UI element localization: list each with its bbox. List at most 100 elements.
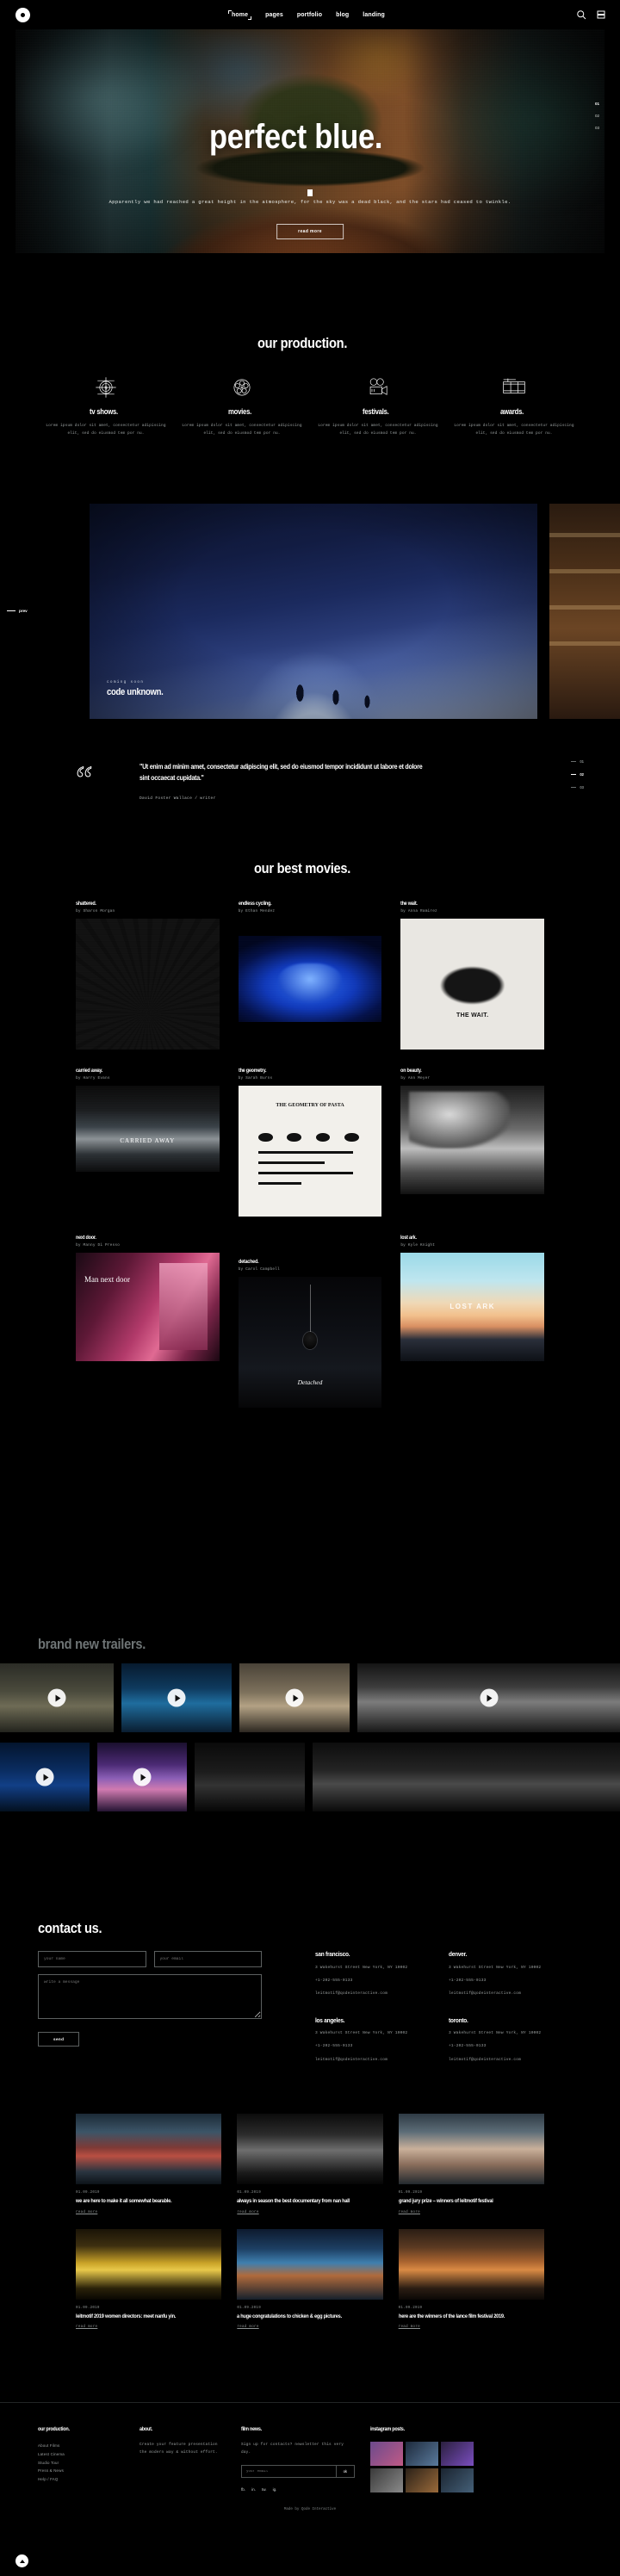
- news-image[interactable]: [399, 2229, 544, 2300]
- trailer-thumb[interactable]: [0, 1663, 114, 1732]
- send-button[interactable]: send: [38, 2032, 79, 2047]
- news-image[interactable]: [237, 2229, 382, 2300]
- news-read-more[interactable]: read more: [399, 2211, 544, 2214]
- trailer-thumb[interactable]: [97, 1743, 187, 1811]
- message-textarea[interactable]: [38, 1974, 262, 2019]
- office-phone[interactable]: +1-202-555-0133: [449, 1978, 582, 1985]
- movie-card-shattered[interactable]: shattered. by Sharon Morgan: [76, 901, 220, 1050]
- movie-card-lost-ark[interactable]: lost ark. by Kyle Knight LOST ARK: [400, 1235, 544, 1408]
- news-card[interactable]: 01.09.2019 grand jury prize – winners of…: [399, 2114, 544, 2214]
- social-twitter[interactable]: tw.: [262, 2487, 267, 2492]
- movie-poster[interactable]: LOST ARK: [400, 1253, 544, 1361]
- search-icon[interactable]: [576, 9, 586, 20]
- movie-poster[interactable]: [239, 936, 382, 1022]
- hero-dot-3[interactable]: 03: [595, 126, 599, 130]
- office-phone[interactable]: +1-202-555-0133: [315, 2043, 449, 2050]
- name-input[interactable]: [38, 1951, 146, 1967]
- production-item-awards[interactable]: awards. Lorem ipsum dolor sit amet, cons…: [446, 375, 582, 438]
- movie-poster[interactable]: THE WAIT.: [400, 919, 544, 1050]
- play-icon[interactable]: [133, 1768, 152, 1786]
- nav-link-pages[interactable]: pages: [265, 12, 283, 18]
- movie-poster[interactable]: CARRIED AWAY: [76, 1086, 220, 1172]
- news-card[interactable]: 01.09.2019 here are the winners of the l…: [399, 2229, 544, 2330]
- instagram-tile[interactable]: [441, 2442, 474, 2466]
- play-icon[interactable]: [480, 1689, 498, 1707]
- news-read-more[interactable]: read more: [237, 2211, 382, 2214]
- news-image[interactable]: [237, 2114, 382, 2184]
- movie-card-on-beauty[interactable]: on beauty. by Ann Meyer: [400, 1068, 544, 1217]
- trailer-thumb[interactable]: [313, 1743, 620, 1811]
- trailer-thumb[interactable]: [0, 1743, 90, 1811]
- office-email[interactable]: leitmotif@qodeinteractive.com: [315, 2057, 449, 2064]
- office-email[interactable]: leitmotif@qodeinteractive.com: [449, 2057, 582, 2064]
- news-card[interactable]: 01.09.2019 leitmotif 2019 women director…: [76, 2229, 221, 2330]
- quote-page-2[interactable]: 02: [571, 772, 584, 777]
- hero-read-more-button[interactable]: read more: [276, 224, 344, 239]
- movie-card-detached[interactable]: detached. by Carol Campbell Detached: [239, 1235, 382, 1408]
- office-email[interactable]: leitmotif@qodeinteractive.com: [449, 1991, 582, 1997]
- quote-page-3[interactable]: 03: [571, 785, 584, 790]
- play-icon[interactable]: [168, 1689, 186, 1707]
- office-email[interactable]: leitmotif@qodeinteractive.com: [315, 1991, 449, 1997]
- back-to-top-icon[interactable]: [16, 2554, 28, 2567]
- instagram-tile[interactable]: [406, 2468, 438, 2492]
- circle-logo-icon[interactable]: [16, 8, 30, 22]
- footer-link[interactable]: Press & News: [38, 2467, 124, 2475]
- production-item-tv-shows[interactable]: 9 tv shows. Lorem ipsum dolor sit amet, …: [38, 375, 174, 438]
- news-image[interactable]: [76, 2114, 221, 2184]
- movie-poster[interactable]: THE GEOMETRY OF PASTA: [239, 1086, 382, 1217]
- social-instagram[interactable]: ig.: [273, 2487, 277, 2492]
- nav-link-portfolio[interactable]: portfolio: [297, 12, 322, 18]
- news-image[interactable]: [76, 2229, 221, 2300]
- play-icon[interactable]: [48, 1689, 66, 1707]
- movie-card-the-geometry[interactable]: the geometry. by Sarah Burns THE GEOMETR…: [239, 1068, 382, 1217]
- nav-link-home[interactable]: home: [228, 12, 251, 18]
- production-item-festivals[interactable]: festivals. Lorem ipsum dolor sit amet, c…: [310, 375, 446, 438]
- quote-page-1[interactable]: 01: [571, 759, 584, 764]
- social-linkedin[interactable]: in.: [251, 2487, 256, 2492]
- movie-card-next-door[interactable]: next door. by Manny Di Presso Man next d…: [76, 1235, 220, 1408]
- footer-link[interactable]: Help / FAQ: [38, 2475, 124, 2484]
- instagram-tile[interactable]: [370, 2468, 403, 2492]
- movie-card-carried-away[interactable]: carried away. by Harry Evans CARRIED AWA…: [76, 1068, 220, 1217]
- movie-card-endless-cycling[interactable]: endless cycling. by Ethan Mendez: [239, 901, 382, 1050]
- trailer-thumb[interactable]: [195, 1743, 305, 1811]
- trailer-thumb[interactable]: [239, 1663, 350, 1732]
- slider-next-image[interactable]: [549, 504, 620, 719]
- footer-link[interactable]: Latest Cinema: [38, 2450, 124, 2459]
- movie-poster[interactable]: Man next door: [76, 1253, 220, 1361]
- movie-poster[interactable]: Detached: [239, 1277, 382, 1408]
- movie-poster[interactable]: [400, 1086, 544, 1194]
- news-read-more[interactable]: read more: [399, 2325, 544, 2329]
- social-facebook[interactable]: fb.: [241, 2487, 245, 2492]
- production-item-movies[interactable]: movies. Lorem ipsum dolor sit amet, cons…: [174, 375, 310, 438]
- footer-link[interactable]: About Films: [38, 2442, 124, 2450]
- nav-link-blog[interactable]: blog: [336, 12, 349, 18]
- movie-card-the-wait[interactable]: the wait. by Anna Ramirez THE WAIT.: [400, 901, 544, 1050]
- email-input[interactable]: [154, 1951, 263, 1967]
- office-phone[interactable]: +1-202-555-0133: [315, 1978, 449, 1985]
- news-card[interactable]: 01.09.2019 a huge congratulations to chi…: [237, 2229, 382, 2330]
- menu-icon[interactable]: [596, 9, 606, 20]
- play-icon[interactable]: [36, 1768, 54, 1786]
- news-card[interactable]: 01.09.2019 we are here to make it all so…: [76, 2114, 221, 2214]
- newsletter-submit-button[interactable]: ok: [337, 2465, 355, 2478]
- office-phone[interactable]: +1-202-555-0133: [449, 2043, 582, 2050]
- newsletter-email-input[interactable]: [241, 2465, 337, 2478]
- hero-dot-1[interactable]: 01: [595, 102, 599, 106]
- news-read-more[interactable]: read more: [76, 2325, 221, 2329]
- footer-link[interactable]: Studio Tour: [38, 2459, 124, 2468]
- trailer-thumb[interactable]: [121, 1663, 232, 1732]
- slider-prev-button[interactable]: prev: [7, 609, 28, 613]
- instagram-tile[interactable]: [370, 2442, 403, 2466]
- hero-dot-2[interactable]: 02: [595, 114, 599, 118]
- movie-poster[interactable]: [76, 919, 220, 1050]
- nav-link-landing[interactable]: landing: [363, 12, 385, 18]
- play-icon[interactable]: [286, 1689, 304, 1707]
- instagram-tile[interactable]: [406, 2442, 438, 2466]
- trailer-thumb[interactable]: [357, 1663, 620, 1732]
- news-read-more[interactable]: read more: [76, 2211, 221, 2214]
- news-card[interactable]: 01.09.2019 always in season the best doc…: [237, 2114, 382, 2214]
- news-read-more[interactable]: read more: [237, 2325, 382, 2329]
- instagram-tile[interactable]: [441, 2468, 474, 2492]
